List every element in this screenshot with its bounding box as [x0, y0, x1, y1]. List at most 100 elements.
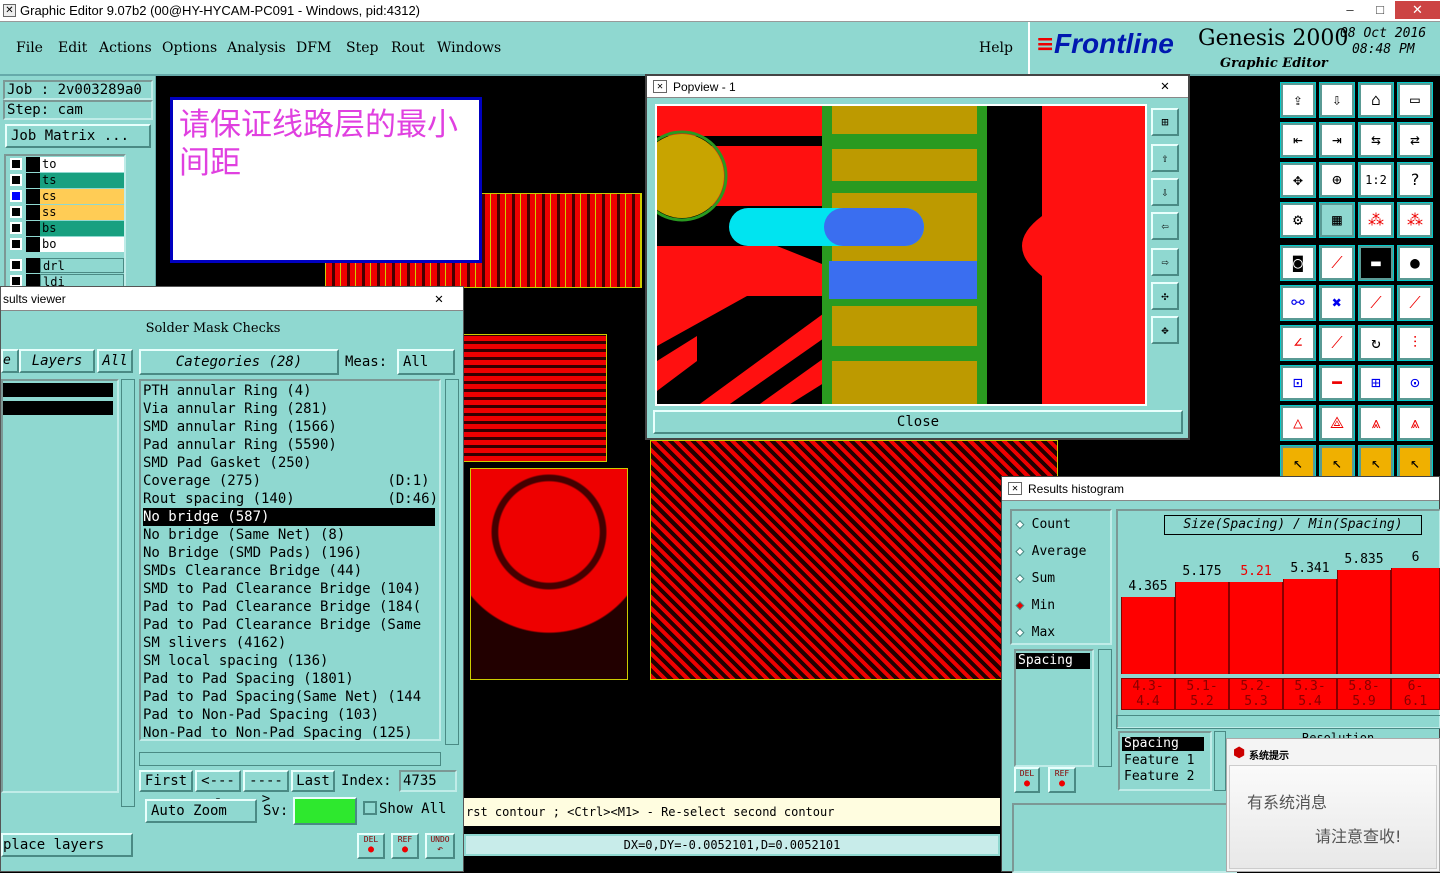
- next-button[interactable]: ---->: [243, 770, 289, 807]
- swap-icon[interactable]: ⇄: [1397, 122, 1433, 158]
- layer-row[interactable]: bo: [8, 237, 124, 252]
- zoom-area-icon[interactable]: ⊕: [1319, 162, 1355, 198]
- category-item[interactable]: Non-Pad to Non-Pad Spacing (125): [143, 724, 435, 742]
- aggregate-option[interactable]: ◆ Sum: [1016, 571, 1056, 587]
- add-line-icon[interactable]: ⟋: [1319, 245, 1355, 281]
- pad-select-icon[interactable]: ⊡: [1280, 365, 1316, 401]
- add-pad-icon[interactable]: ◙: [1280, 245, 1316, 281]
- home-icon[interactable]: ⌂: [1358, 82, 1394, 118]
- radio-selected-icon[interactable]: ◆: [1016, 598, 1032, 614]
- close-icon[interactable]: ✕: [417, 289, 461, 309]
- histogram-bar[interactable]: [1337, 570, 1391, 674]
- pointer-icon[interactable]: ↖: [1280, 445, 1316, 481]
- zoom-home-icon[interactable]: ✥: [1280, 162, 1316, 198]
- arc-icon[interactable]: ↻: [1358, 325, 1394, 361]
- maximize-button[interactable]: □: [1365, 1, 1395, 19]
- category-item[interactable]: Pad to Pad Spacing (1801): [143, 670, 435, 688]
- add-circle-icon[interactable]: ●: [1397, 245, 1433, 281]
- category-item[interactable]: No bridge (587): [143, 508, 435, 526]
- close-icon[interactable]: ✕: [1147, 76, 1183, 96]
- menu-actions[interactable]: Actions: [99, 40, 152, 56]
- triangle-icon[interactable]: △: [1280, 405, 1316, 441]
- list-item[interactable]: Feature 1: [1124, 753, 1194, 768]
- category-item[interactable]: Pad annular Ring (5590): [143, 436, 435, 454]
- job-matrix-button[interactable]: Job Matrix ...: [5, 124, 151, 148]
- menu-step[interactable]: Step: [346, 40, 378, 56]
- category-item[interactable]: Via annular Ring (281): [143, 400, 435, 418]
- undo-button[interactable]: UNDO ↶: [425, 833, 455, 859]
- list-item[interactable]: [3, 383, 113, 397]
- pan-up-icon[interactable]: ⇧: [1151, 144, 1179, 172]
- box-select-icon[interactable]: ⊞: [1358, 365, 1394, 401]
- layers-list[interactable]: [1, 379, 119, 793]
- layer-checkbox[interactable]: [10, 206, 22, 218]
- layer-checkbox[interactable]: [10, 158, 22, 170]
- layer-checkbox[interactable]: [10, 190, 22, 202]
- split-icon[interactable]: ⫶: [1397, 325, 1433, 361]
- list-item[interactable]: Spacing: [1016, 653, 1090, 669]
- place-layers-dropdown[interactable]: place layers: [1, 833, 133, 857]
- popview-canvas[interactable]: [655, 104, 1147, 406]
- categories-hscrollbar[interactable]: [139, 752, 441, 766]
- scale-icon[interactable]: 1:2: [1358, 162, 1394, 198]
- arch-alt-icon[interactable]: ⩓: [1397, 405, 1433, 441]
- multi-select-icon[interactable]: ⊙: [1397, 365, 1433, 401]
- add-text-icon[interactable]: ▬: [1358, 245, 1394, 281]
- categories-scrollbar[interactable]: [445, 379, 459, 745]
- pcb-board-panel[interactable]: [462, 334, 607, 462]
- move-right-icon[interactable]: ⇥: [1319, 122, 1355, 158]
- category-item[interactable]: SMDs Clearance Bridge (44): [143, 562, 435, 580]
- move-left-icon[interactable]: ⇤: [1280, 122, 1316, 158]
- zoom-in-icon[interactable]: ✥: [1151, 316, 1179, 344]
- pan-right-icon[interactable]: ⇨: [1151, 248, 1179, 276]
- prev-button[interactable]: <----: [195, 770, 241, 807]
- histogram-bar[interactable]: [1121, 597, 1175, 674]
- aggregate-option[interactable]: ◆ Average: [1016, 544, 1087, 560]
- aggregate-option[interactable]: ◆ Min: [1016, 598, 1056, 614]
- window-icon[interactable]: ▭: [1397, 82, 1433, 118]
- histogram-bar[interactable]: [1283, 579, 1337, 674]
- feature-scrollbar[interactable]: [1214, 731, 1226, 791]
- list-item[interactable]: [3, 401, 113, 415]
- layer-checkbox[interactable]: [10, 259, 22, 271]
- route-icon[interactable]: ⟋: [1358, 285, 1394, 321]
- del-button[interactable]: DEL ●: [357, 833, 385, 859]
- connect-icon[interactable]: ⚯: [1280, 285, 1316, 321]
- category-item[interactable]: PTH annular Ring (4): [143, 382, 435, 400]
- layer-row[interactable]: cs: [8, 189, 124, 204]
- close-window-button[interactable]: ✕: [1395, 1, 1440, 19]
- menu-file[interactable]: File: [16, 40, 43, 56]
- category-item[interactable]: Pad to Non-Pad Spacing (103): [143, 706, 435, 724]
- mirror-icon[interactable]: ⇆: [1358, 122, 1394, 158]
- category-item[interactable]: Pad to Pad Clearance Bridge (184(: [143, 598, 435, 616]
- category-item[interactable]: No bridge (Same Net) (8): [143, 526, 435, 544]
- slash-icon[interactable]: ⟋: [1319, 325, 1355, 361]
- aggregate-option[interactable]: ◆ Count: [1016, 517, 1071, 533]
- layer-row[interactable]: drl: [8, 258, 124, 273]
- zoom-fit-icon[interactable]: ⊞: [1151, 108, 1179, 136]
- show-all-checkbox[interactable]: [363, 801, 377, 815]
- category-item[interactable]: SM local spacing (136): [143, 652, 435, 670]
- layers-all-button[interactable]: All: [97, 349, 133, 373]
- snap-down-icon[interactable]: ⇩: [1319, 82, 1355, 118]
- layers-scroll-button[interactable]: e: [1, 349, 19, 373]
- pan-left-icon[interactable]: ⇦: [1151, 212, 1179, 240]
- sv-color-dropdown[interactable]: [293, 797, 357, 825]
- line-select-icon[interactable]: ━: [1319, 365, 1355, 401]
- pointer-multi-icon[interactable]: ↖: [1397, 445, 1433, 481]
- snap-grid-icon[interactable]: ⁂: [1358, 202, 1394, 238]
- angle-icon[interactable]: ∠: [1280, 325, 1316, 361]
- layer-checkbox[interactable]: [10, 174, 22, 186]
- list-item[interactable]: Spacing: [1122, 737, 1204, 751]
- list-item[interactable]: Feature 2: [1124, 769, 1194, 784]
- pointer-alt-icon[interactable]: ↖: [1319, 445, 1355, 481]
- auto-zoom-dropdown[interactable]: Auto Zoom: [145, 799, 257, 823]
- triangle-alt-icon[interactable]: ⟁: [1319, 405, 1355, 441]
- radio-icon[interactable]: ◆: [1016, 571, 1032, 587]
- metric-scrollbar[interactable]: [1098, 649, 1112, 767]
- menu-edit[interactable]: Edit: [58, 40, 87, 56]
- menu-options[interactable]: Options: [162, 40, 217, 56]
- first-button[interactable]: First: [139, 770, 193, 792]
- del-button[interactable]: DEL ●: [1014, 767, 1040, 793]
- layer-row[interactable]: ss: [8, 205, 124, 220]
